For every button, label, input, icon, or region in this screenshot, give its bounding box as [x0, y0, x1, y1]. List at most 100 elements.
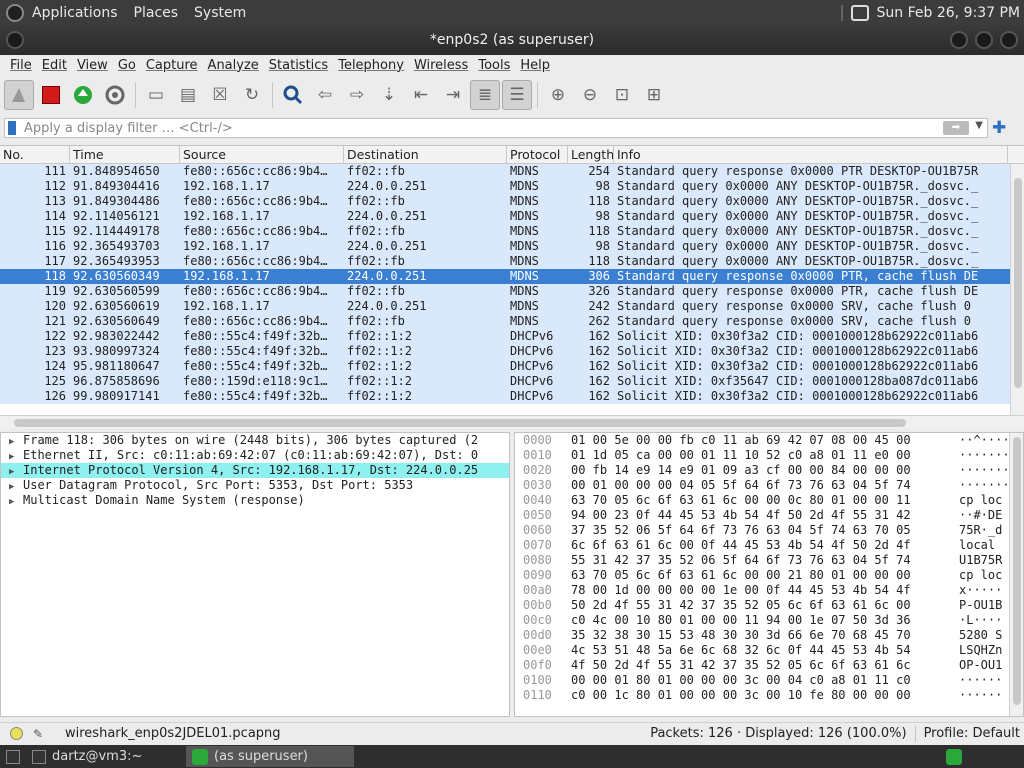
volume-icon[interactable] — [850, 4, 869, 21]
column-header-destination[interactable]: Destination — [344, 146, 507, 163]
table-row[interactable]: 115 92.114449178 fe80::656c:cc86:9b4… ff02:… — [0, 224, 1024, 239]
minimize-icon[interactable] — [950, 31, 968, 49]
edit-comment-icon[interactable]: ✎ — [33, 727, 47, 741]
bytes-row[interactable]: 00f0 4f 50 2d 4f 55 31 42 37 35 52 05 6c … — [515, 658, 1023, 673]
show-desktop-button[interactable] — [0, 746, 26, 767]
menu-capture[interactable]: Capture — [141, 58, 203, 73]
first-packet-icon[interactable]: ⇤ — [406, 80, 436, 110]
bytes-row[interactable]: 00d0 35 32 38 30 15 53 48 30 30 3d 66 6e … — [515, 628, 1023, 643]
restart-icon[interactable] — [68, 80, 98, 110]
table-row[interactable]: 116 92.365493703 192.168.1.17 224.0.0.251 MD… — [0, 239, 1024, 254]
go-forward-icon[interactable]: ⇨ — [342, 80, 372, 110]
maximize-icon[interactable] — [975, 31, 993, 49]
panel-menu-places[interactable]: Places — [126, 5, 187, 21]
column-header-no[interactable]: No. — [0, 146, 70, 163]
bytes-row[interactable]: 0090 63 70 05 6c 6f 63 61 6c 00 00 21 80 … — [515, 568, 1023, 583]
bytes-row[interactable]: 00e0 4c 53 51 48 5a 6e 6c 68 32 6c 0f 44 … — [515, 643, 1023, 658]
autoscroll-icon[interactable]: ≣ — [470, 80, 500, 110]
expand-triangle-icon[interactable]: ▶ — [9, 495, 23, 510]
reload-icon[interactable]: ↻ — [237, 80, 267, 110]
panel-menu-applications[interactable]: Applications — [24, 5, 126, 21]
apply-filter-arrow-icon[interactable]: ➡ — [943, 121, 969, 135]
zoom-in-icon[interactable]: ⊕ — [543, 80, 573, 110]
column-header-protocol[interactable]: Protocol — [507, 146, 568, 163]
tray-wireshark-icon[interactable] — [946, 748, 962, 765]
close-icon[interactable] — [1000, 31, 1018, 49]
display-filter-input[interactable]: Apply a display filter … <Ctrl-/> — [24, 121, 233, 136]
colorize-icon[interactable]: ☰ — [502, 80, 532, 110]
options-gear-icon[interactable] — [100, 80, 130, 110]
table-row[interactable]: 120 92.630560619 192.168.1.17 224.0.0.251 MD… — [0, 299, 1024, 314]
column-header-length[interactable]: Length — [568, 146, 614, 163]
table-row[interactable]: 111 91.848954650 fe80::656c:cc86:9b4… ff02:… — [0, 164, 1024, 179]
bytes-row[interactable]: 0070 6c 6f 63 61 6c 00 0f 44 45 53 4b 54 … — [515, 538, 1023, 553]
menu-file[interactable]: File — [0, 58, 37, 73]
taskbar-terminal[interactable]: dartz@vm3:~ — [26, 746, 186, 767]
packet-details-pane[interactable]: ▶ Frame 118: 306 bytes on wire (2448 bits… — [0, 432, 510, 717]
column-header-info[interactable]: Info — [614, 146, 1008, 163]
go-back-icon[interactable]: ⇦ — [310, 80, 340, 110]
tree-item[interactable]: ▶ Ethernet II, Src: c0:11:ab:69:42:07 (c0… — [1, 448, 509, 463]
menu-go[interactable]: Go — [113, 58, 141, 73]
tree-item[interactable]: ▶ Multicast Domain Name System (response) — [1, 493, 509, 508]
tree-item[interactable]: ▶ User Datagram Protocol, Src Port: 5353,… — [1, 478, 509, 493]
menu-tools[interactable]: Tools — [473, 58, 515, 73]
tree-item[interactable]: ▶ Frame 118: 306 bytes on wire (2448 bits… — [1, 433, 509, 448]
bytes-vertical-scrollbar[interactable] — [1009, 433, 1023, 716]
scrollbar-thumb[interactable] — [14, 419, 906, 427]
table-row[interactable]: 118 92.630560349 192.168.1.17 224.0.0.251 MD… — [0, 269, 1024, 284]
display-filter-bar[interactable]: Apply a display filter … <Ctrl-/> ➡ ▼ — [4, 118, 988, 138]
menu-statistics[interactable]: Statistics — [264, 58, 333, 73]
packet-list-vertical-scrollbar[interactable] — [1010, 164, 1024, 415]
table-row[interactable]: 124 95.981180647 fe80::55c4:f49f:32b… ff02:… — [0, 359, 1024, 374]
open-folder-icon[interactable]: ▭ — [141, 80, 171, 110]
scrollbar-thumb[interactable] — [1013, 437, 1021, 705]
taskbar-wireshark[interactable]: (as superuser) — [186, 746, 354, 767]
packet-list[interactable]: No. Time Source Destination Protocol Len… — [0, 145, 1024, 415]
menu-analyze[interactable]: Analyze — [203, 58, 264, 73]
packet-list-horizontal-scrollbar[interactable] — [0, 415, 1024, 429]
tree-item[interactable]: ▶ Internet Protocol Version 4, Src: 192.1… — [1, 463, 509, 478]
table-row[interactable]: 121 92.630560649 fe80::656c:cc86:9b4… ff02:… — [0, 314, 1024, 329]
panel-menu-system[interactable]: System — [186, 5, 254, 21]
bookmark-icon[interactable] — [8, 121, 16, 135]
window-title-bar[interactable]: *enp0s2 (as superuser) — [0, 25, 1024, 55]
bytes-row[interactable]: 0050 94 00 23 0f 44 45 53 4b 54 4f 50 2d … — [515, 508, 1023, 523]
bytes-row[interactable]: 0020 00 fb 14 e9 14 e9 01 09 a3 cf 00 00 … — [515, 463, 1023, 478]
table-row[interactable]: 112 91.849304416 192.168.1.17 224.0.0.251 MD… — [0, 179, 1024, 194]
table-row[interactable]: 119 92.630560599 fe80::656c:cc86:9b4… ff02:… — [0, 284, 1024, 299]
expert-info-led-icon[interactable] — [10, 727, 23, 740]
menu-view[interactable]: View — [72, 58, 113, 73]
bytes-row[interactable]: 0110 c0 00 1c 80 01 00 00 00 3c 00 10 fe … — [515, 688, 1023, 703]
bytes-row[interactable]: 0060 37 35 52 06 5f 64 6f 73 76 63 04 5f … — [515, 523, 1023, 538]
column-header-source[interactable]: Source — [180, 146, 344, 163]
bytes-row[interactable]: 00b0 50 2d 4f 55 31 42 37 35 52 05 6c 6f … — [515, 598, 1023, 613]
menu-telephony[interactable]: Telephony — [333, 58, 409, 73]
column-header-time[interactable]: Time — [70, 146, 180, 163]
menu-wireless[interactable]: Wireless — [409, 58, 473, 73]
distro-logo-icon[interactable] — [6, 3, 24, 22]
zoom-out-icon[interactable]: ⊖ — [575, 80, 605, 110]
bytes-row[interactable]: 00a0 78 00 1d 00 00 00 00 1e 00 0f 44 45 … — [515, 583, 1023, 598]
stop-square-icon[interactable] — [36, 80, 66, 110]
packet-bytes-pane[interactable]: 0000 01 00 5e 00 00 fb c0 11 ab 69 42 07 … — [514, 432, 1024, 717]
bytes-row[interactable]: 0040 63 70 05 6c 6f 63 61 6c 00 00 0c 80 … — [515, 493, 1023, 508]
table-row[interactable]: 122 92.983022442 fe80::55c4:f49f:32b… ff02:… — [0, 329, 1024, 344]
bytes-row[interactable]: 0100 00 00 01 80 01 00 00 00 3c 00 04 c0 … — [515, 673, 1023, 688]
table-row[interactable]: 123 93.980997324 fe80::55c4:f49f:32b… ff02:… — [0, 344, 1024, 359]
find-magnifier-icon[interactable] — [278, 80, 308, 110]
bytes-row[interactable]: 0080 55 31 42 37 35 52 06 5f 64 6f 73 76 … — [515, 553, 1023, 568]
menu-help[interactable]: Help — [515, 58, 555, 73]
add-filter-button-icon[interactable]: ✚ — [992, 118, 1006, 138]
go-to-packet-icon[interactable]: ⇣ — [374, 80, 404, 110]
save-file-icon[interactable]: ▤ — [173, 80, 203, 110]
table-row[interactable]: 125 96.875858696 fe80::159d:e118:9c1… ff02:… — [0, 374, 1024, 389]
close-file-icon[interactable]: ☒ — [205, 80, 235, 110]
clock[interactable]: Sun Feb 26, 9:37 PM — [877, 5, 1020, 21]
chevron-down-icon[interactable]: ▼ — [975, 120, 983, 131]
menu-edit[interactable]: Edit — [37, 58, 72, 73]
bytes-row[interactable]: 0010 01 1d 05 ca 00 00 01 11 10 52 c0 a8 … — [515, 448, 1023, 463]
shark-fin-start-icon[interactable] — [4, 80, 34, 110]
table-row[interactable]: 113 91.849304486 fe80::656c:cc86:9b4… ff02:… — [0, 194, 1024, 209]
bytes-row[interactable]: 00c0 c0 4c 00 10 80 01 00 00 11 94 00 1e … — [515, 613, 1023, 628]
